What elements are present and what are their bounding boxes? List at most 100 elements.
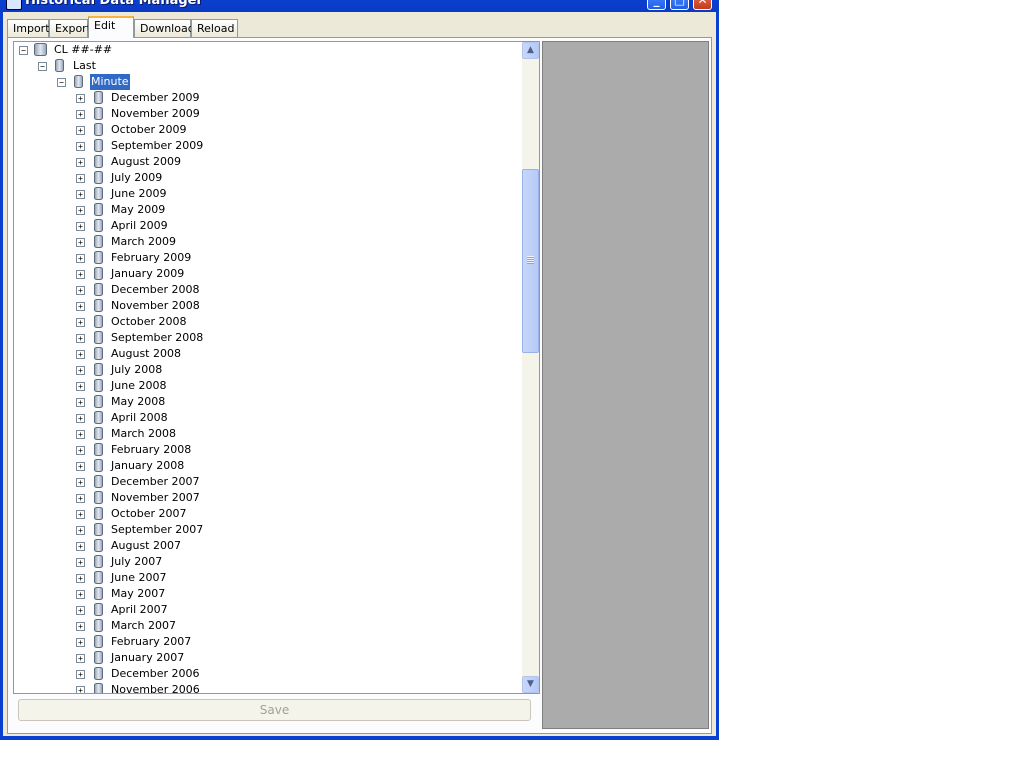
expand-icon[interactable]: + bbox=[76, 526, 85, 535]
expand-icon[interactable]: + bbox=[76, 334, 85, 343]
database-icon bbox=[94, 443, 103, 456]
tree-node-label: January 2008 bbox=[111, 459, 185, 472]
expand-icon[interactable]: + bbox=[76, 222, 85, 231]
tab-edit[interactable]: Edit bbox=[88, 16, 134, 38]
database-icon bbox=[94, 251, 103, 264]
database-icon bbox=[94, 123, 103, 136]
tree-node-label: December 2006 bbox=[111, 667, 200, 680]
expand-icon[interactable]: + bbox=[76, 110, 85, 119]
tree-node-label: April 2009 bbox=[111, 219, 168, 232]
expand-icon[interactable]: + bbox=[76, 158, 85, 167]
tree-node-label: September 2009 bbox=[111, 139, 204, 152]
database-icon bbox=[94, 187, 103, 200]
expand-icon[interactable]: + bbox=[76, 542, 85, 551]
save-button[interactable]: Save bbox=[18, 699, 531, 721]
expand-icon[interactable]: + bbox=[76, 270, 85, 279]
database-icon bbox=[94, 235, 103, 248]
expand-icon[interactable]: + bbox=[76, 430, 85, 439]
expand-icon[interactable]: + bbox=[76, 462, 85, 471]
title-bar[interactable]: Historical Data Manager _ □ ✕ bbox=[0, 0, 719, 12]
expand-icon[interactable]: + bbox=[76, 654, 85, 663]
expand-icon[interactable]: + bbox=[76, 478, 85, 487]
edit-tab-panel: − CL ##-## − Last − Minute + December 200… bbox=[7, 37, 712, 734]
tab-export[interactable]: Export bbox=[49, 19, 91, 37]
expand-icon[interactable]: + bbox=[76, 638, 85, 647]
expand-icon[interactable]: + bbox=[76, 126, 85, 135]
expand-icon[interactable]: + bbox=[76, 414, 85, 423]
tree-node-label: August 2009 bbox=[111, 155, 181, 168]
database-icon bbox=[74, 75, 83, 88]
scroll-down-button[interactable]: ▼ bbox=[522, 676, 539, 693]
expand-icon[interactable]: + bbox=[76, 494, 85, 503]
database-icon bbox=[94, 363, 103, 376]
expand-icon[interactable]: + bbox=[76, 622, 85, 631]
tree-node-label: June 2008 bbox=[111, 379, 167, 392]
database-icon bbox=[94, 315, 103, 328]
tree-node-label: July 2007 bbox=[111, 555, 163, 568]
expand-icon[interactable]: + bbox=[76, 206, 85, 215]
scroll-thumb[interactable] bbox=[522, 169, 539, 353]
expand-icon[interactable]: + bbox=[76, 142, 85, 151]
tree-node-label: March 2008 bbox=[111, 427, 177, 440]
database-icon bbox=[94, 299, 103, 312]
tree-node-label: July 2009 bbox=[111, 171, 163, 184]
expand-icon[interactable]: + bbox=[76, 382, 85, 391]
database-icon bbox=[94, 459, 103, 472]
expand-icon[interactable]: + bbox=[76, 174, 85, 183]
window-title: Historical Data Manager bbox=[25, 0, 203, 8]
expand-icon[interactable]: + bbox=[76, 302, 85, 311]
tree-node-label: December 2009 bbox=[111, 91, 200, 104]
expand-icon[interactable]: + bbox=[76, 446, 85, 455]
database-icon bbox=[94, 491, 103, 504]
expand-icon[interactable]: + bbox=[76, 286, 85, 295]
expand-icon[interactable]: + bbox=[76, 398, 85, 407]
collapse-icon[interactable]: − bbox=[57, 78, 66, 87]
data-tree[interactable]: − CL ##-## − Last − Minute + December 200… bbox=[13, 41, 540, 694]
tab-download[interactable]: Download bbox=[134, 19, 195, 37]
tree-node-label: March 2009 bbox=[111, 235, 177, 248]
scroll-up-button[interactable]: ▲ bbox=[522, 42, 539, 59]
expand-icon[interactable]: + bbox=[76, 590, 85, 599]
window-client: Import Export Edit Download Reload − CL … bbox=[3, 12, 716, 736]
vertical-scrollbar[interactable]: ▲ ▼ bbox=[522, 42, 539, 693]
expand-icon[interactable]: + bbox=[76, 350, 85, 359]
expand-icon[interactable]: + bbox=[76, 686, 85, 693]
minimize-button[interactable]: _ bbox=[647, 0, 666, 10]
expand-icon[interactable]: + bbox=[76, 318, 85, 327]
tree-node-label: November 2006 bbox=[111, 683, 200, 694]
tree-node-label: February 2009 bbox=[111, 251, 192, 264]
app-window: Historical Data Manager _ □ ✕ Import Exp… bbox=[0, 0, 719, 740]
tree-node-label: July 2008 bbox=[111, 363, 163, 376]
expand-icon[interactable]: + bbox=[76, 574, 85, 583]
tree-node-label: April 2008 bbox=[111, 411, 168, 424]
collapse-icon[interactable]: − bbox=[19, 46, 28, 55]
tree-node-label: March 2007 bbox=[111, 619, 177, 632]
tab-import[interactable]: Import bbox=[7, 19, 50, 37]
database-icon bbox=[94, 603, 103, 616]
expand-icon[interactable]: + bbox=[76, 558, 85, 567]
expand-icon[interactable]: + bbox=[76, 254, 85, 263]
expand-icon[interactable]: + bbox=[76, 510, 85, 519]
expand-icon[interactable]: + bbox=[76, 190, 85, 199]
expand-icon[interactable]: + bbox=[76, 606, 85, 615]
database-icon bbox=[94, 587, 103, 600]
tree-node-label: October 2007 bbox=[111, 507, 187, 520]
database-icon bbox=[94, 523, 103, 536]
database-icon bbox=[94, 667, 103, 680]
database-icon bbox=[34, 43, 47, 56]
expand-icon[interactable]: + bbox=[76, 366, 85, 375]
collapse-icon[interactable]: − bbox=[38, 62, 47, 71]
tree-node-label: October 2009 bbox=[111, 123, 187, 136]
expand-icon[interactable]: + bbox=[76, 670, 85, 679]
database-icon bbox=[94, 475, 103, 488]
database-icon bbox=[94, 155, 103, 168]
database-icon bbox=[94, 651, 103, 664]
database-icon bbox=[94, 203, 103, 216]
tab-reload[interactable]: Reload bbox=[191, 19, 238, 37]
grip-icon bbox=[527, 256, 534, 264]
close-button[interactable]: ✕ bbox=[693, 0, 712, 10]
expand-icon[interactable]: + bbox=[76, 238, 85, 247]
maximize-button[interactable]: □ bbox=[670, 0, 689, 10]
expand-icon[interactable]: + bbox=[76, 94, 85, 103]
database-icon bbox=[94, 507, 103, 520]
